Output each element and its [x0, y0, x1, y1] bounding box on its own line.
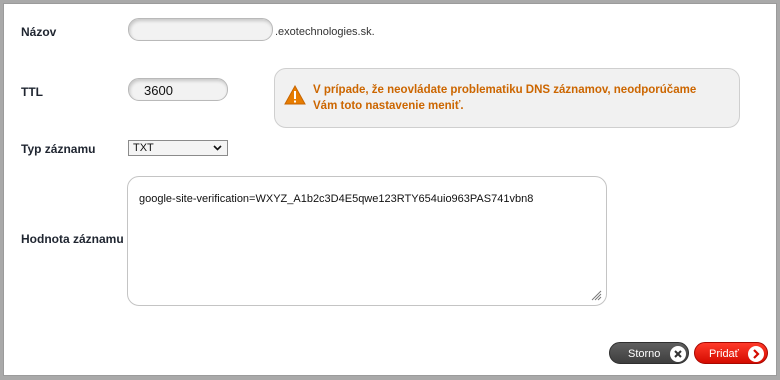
arrow-right-circle-icon: [748, 346, 764, 362]
record-value-textarea[interactable]: google-site-verification=WXYZ_A1b2c3D4E5…: [127, 176, 607, 306]
name-label: Názov: [21, 25, 57, 39]
ttl-input-value: 3600: [144, 83, 173, 98]
domain-suffix: .exotechnologies.sk.: [275, 26, 375, 38]
cancel-button-label: Storno: [628, 348, 661, 360]
record-value-text: google-site-verification=WXYZ_A1b2c3D4E5…: [139, 193, 534, 205]
warning-box: V prípade, že neovládate problematiku DN…: [274, 68, 740, 128]
warning-text: V prípade, že neovládate problematiku DN…: [313, 84, 697, 112]
dns-record-dialog: Názov .exotechnologies.sk. TTL 3600 V pr…: [3, 3, 777, 376]
cancel-button[interactable]: Storno: [609, 342, 689, 364]
name-input[interactable]: [128, 18, 273, 41]
add-button[interactable]: Pridať: [694, 342, 768, 364]
record-value-label: Hodnota záznamu: [21, 232, 124, 246]
ttl-input[interactable]: 3600: [128, 78, 228, 101]
add-button-label: Pridať: [709, 348, 739, 360]
record-type-select[interactable]: TXT: [128, 140, 228, 156]
close-circle-icon: [670, 346, 686, 362]
record-type-value: TXT: [133, 142, 154, 154]
ttl-label: TTL: [21, 85, 43, 99]
record-type-label: Typ záznamu: [21, 142, 96, 156]
warning-triangle-icon: [284, 85, 306, 105]
chevron-down-icon: [213, 145, 222, 151]
resize-grip-icon[interactable]: [590, 289, 602, 301]
